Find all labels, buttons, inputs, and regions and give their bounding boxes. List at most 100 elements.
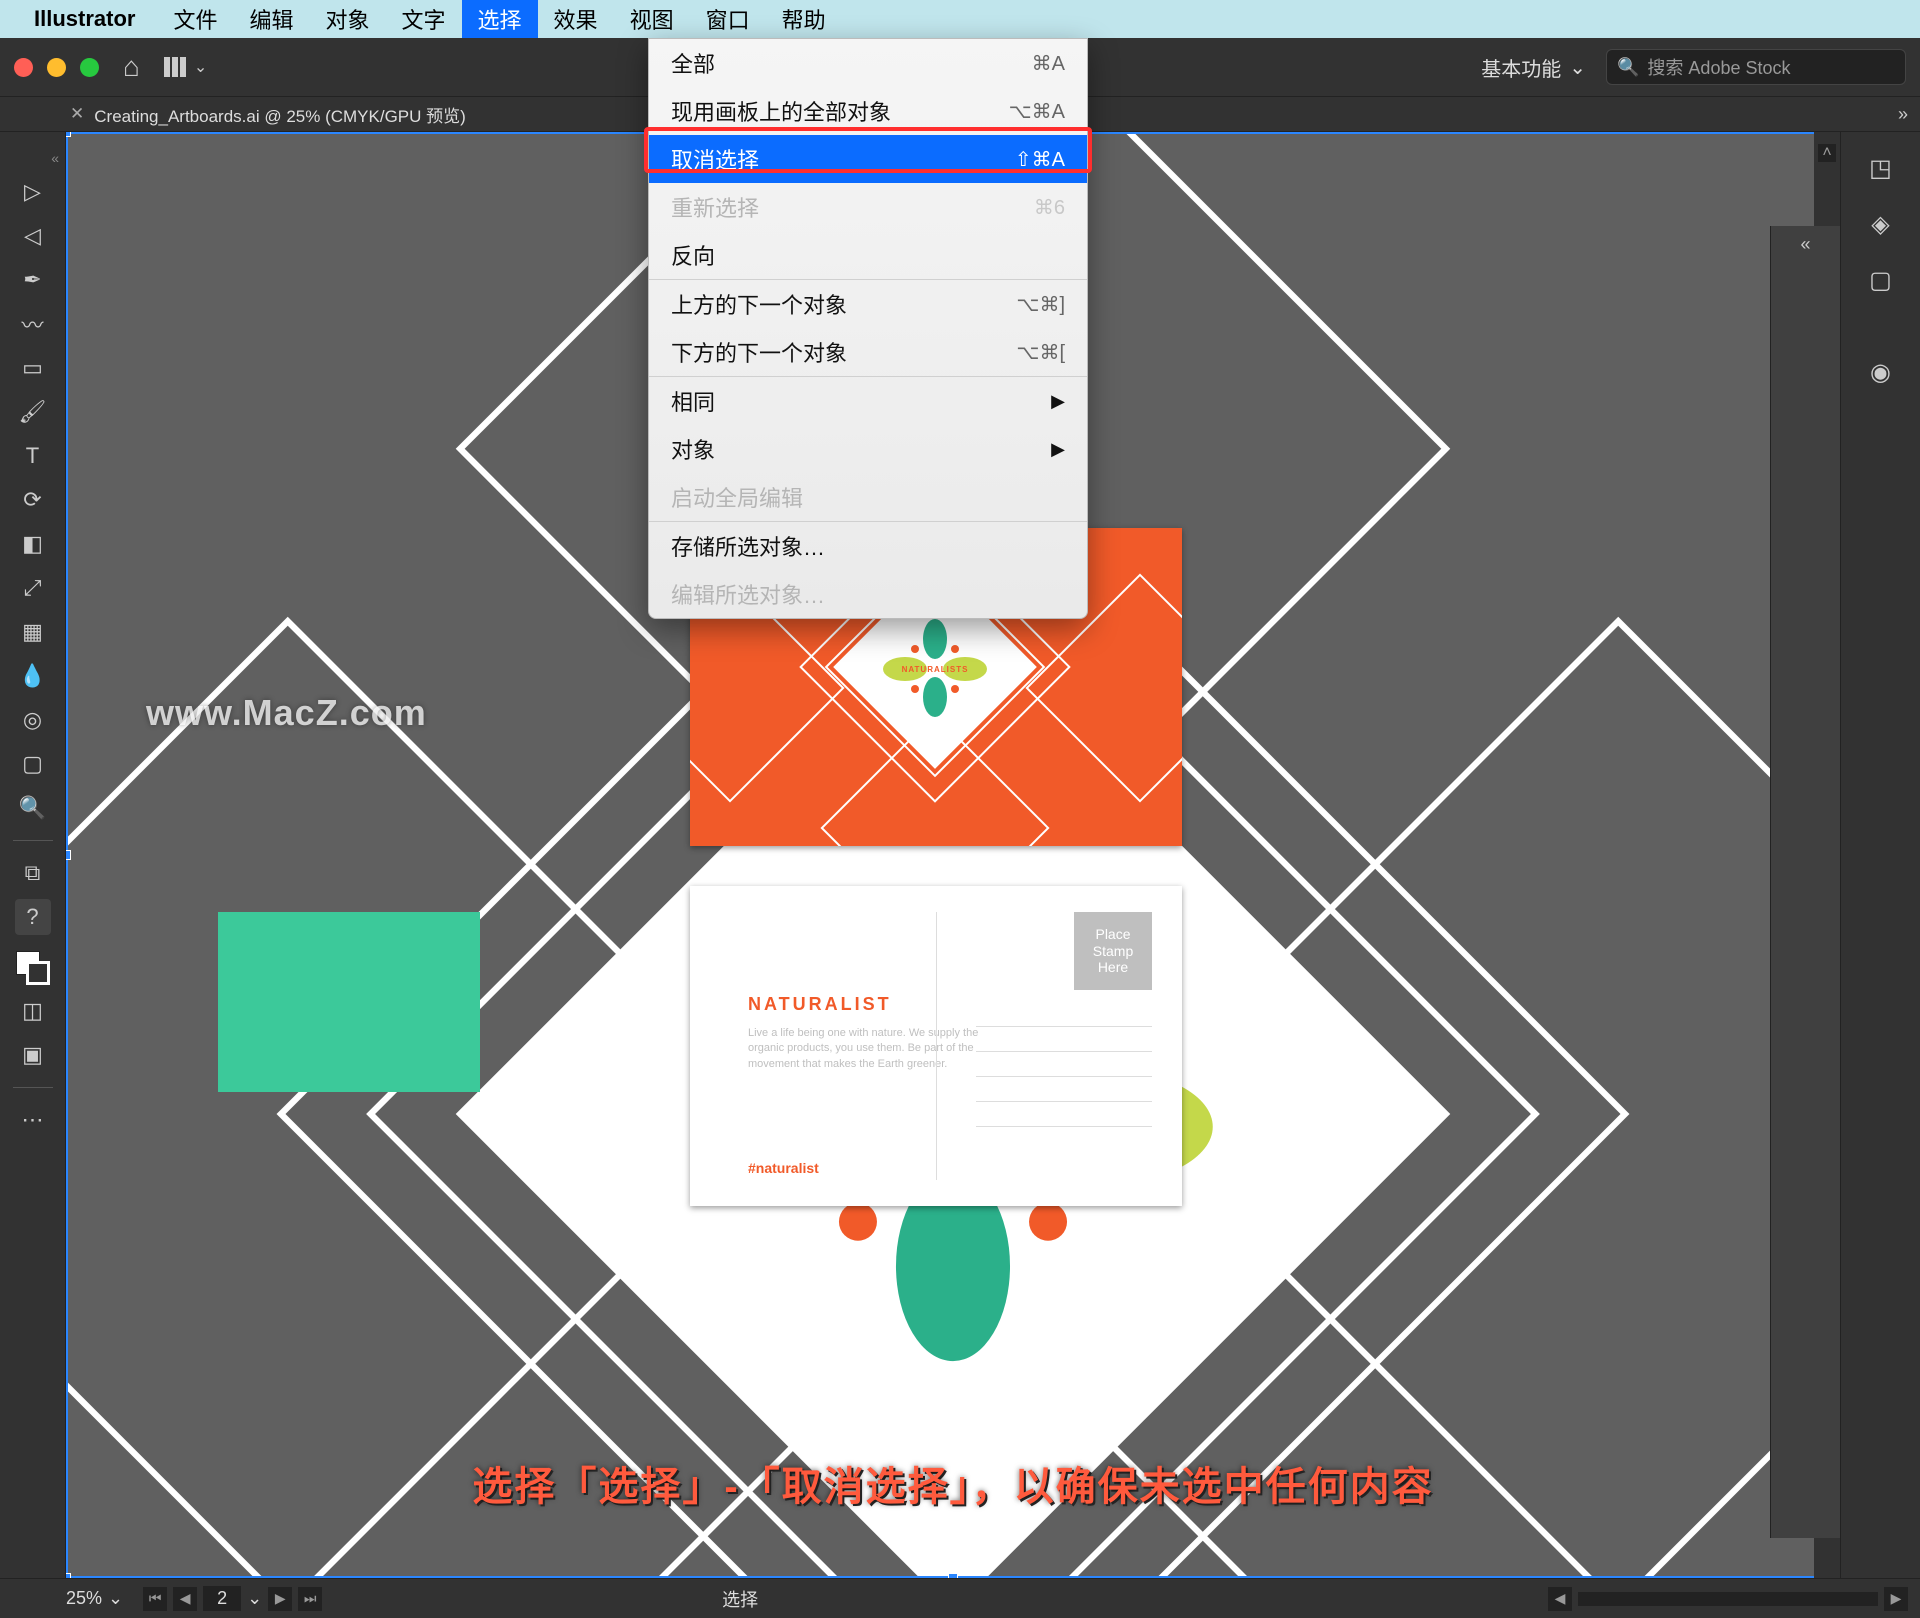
menu-inverse[interactable]: 反向 <box>649 231 1087 280</box>
draw-mode[interactable]: ◫ <box>15 993 51 1029</box>
pen-tool[interactable]: ✒ <box>15 262 51 298</box>
type-tool[interactable]: T <box>15 438 51 474</box>
postcard-divider <box>936 912 937 1180</box>
right-collapse-strip: « <box>1770 226 1840 1538</box>
home-icon[interactable]: ⌂ <box>123 51 140 83</box>
submenu-arrow-icon: ▶ <box>1051 439 1065 460</box>
tab-overflow-icon[interactable]: » <box>1898 104 1920 125</box>
rotate-tool[interactable]: ⟳ <box>15 482 51 518</box>
menu-view[interactable]: 视图 <box>614 0 690 41</box>
svg-text:NATURALISTS: NATURALISTS <box>902 665 969 674</box>
stamp-placeholder: PlaceStampHere <box>1074 912 1152 990</box>
edit-toolbar-icon[interactable]: ? <box>15 899 51 935</box>
menu-same-submenu[interactable]: 相同▶ <box>649 377 1087 425</box>
menu-edit[interactable]: 编辑 <box>233 0 309 41</box>
zoom-tool[interactable]: 🔍 <box>15 790 51 826</box>
workspace-selector[interactable]: 基本功能 ⌄ <box>1481 53 1586 82</box>
search-icon: 🔍 <box>1617 57 1639 78</box>
submenu-arrow-icon: ▶ <box>1051 391 1065 412</box>
direct-selection-tool[interactable]: ◁ <box>15 218 51 254</box>
menu-file[interactable]: 文件 <box>157 0 233 41</box>
instruction-overlay: 选择「选择」-「取消选择」，以确保未选中任何内容 <box>472 1454 1433 1512</box>
menu-edit-selection: 编辑所选对象… <box>649 570 1087 618</box>
toggle-fill-stroke[interactable]: ⧉ <box>15 855 51 891</box>
collapse-panels-icon[interactable]: « <box>1800 234 1810 255</box>
document-title: Creating_Artboards.ai @ 25% (CMYK/GPU 预览… <box>94 102 466 127</box>
search-stock-field[interactable]: 🔍 搜索 Adobe Stock <box>1606 49 1906 85</box>
scale-tool[interactable]: ⤢ <box>15 570 51 606</box>
shape-builder-tool[interactable]: ◎ <box>15 702 51 738</box>
eraser-tool[interactable]: ◧ <box>15 526 51 562</box>
selection-tool[interactable]: ▷ <box>15 174 51 210</box>
scroll-left-icon[interactable]: ◀ <box>1548 1587 1572 1611</box>
horizontal-scrollbar[interactable]: ◀ ▶ <box>1548 1587 1908 1611</box>
hscroll-track[interactable] <box>1578 1592 1878 1606</box>
document-tab[interactable]: ✕ Creating_Artboards.ai @ 25% (CMYK/GPU … <box>70 102 466 127</box>
artboard-1-selection[interactable]: NATURALISTS <box>66 132 626 752</box>
close-tab-icon[interactable]: ✕ <box>70 104 84 124</box>
artboard-tool[interactable]: ▢ <box>15 746 51 782</box>
menu-select-all-on-artboard[interactable]: 现用画板上的全部对象⌥⌘A <box>649 87 1087 135</box>
libraries-panel-icon[interactable]: ▢ <box>1861 260 1901 300</box>
window-controls <box>14 58 99 77</box>
menu-type[interactable]: 文字 <box>386 0 462 41</box>
status-bar: 25% ⌄ ⏮ ◀ 2 ⌄ ▶ ⏭ 选择 ◀ ▶ <box>0 1578 1920 1618</box>
scroll-right-icon[interactable]: ▶ <box>1884 1587 1908 1611</box>
properties-panel-icon[interactable]: ◳ <box>1861 148 1901 188</box>
chevron-down-icon: ⌄ <box>1569 55 1586 80</box>
right-panel-dock: ◳ ◈ ▢ ◉ <box>1840 132 1920 1578</box>
menu-save-selection[interactable]: 存储所选对象… <box>649 522 1087 570</box>
menu-object-submenu[interactable]: 对象▶ <box>649 425 1087 473</box>
first-artboard-icon[interactable]: ⏮ <box>143 1587 167 1611</box>
artboard-3-postcard[interactable]: PlaceStampHere NATURALIST Live a life be… <box>690 886 1182 1206</box>
artboard-number[interactable]: 2 <box>203 1586 241 1611</box>
search-placeholder: 搜索 Adobe Stock <box>1647 54 1790 80</box>
green-rectangle-shape[interactable] <box>218 912 480 1092</box>
eyedropper-tool[interactable]: 💧 <box>15 658 51 694</box>
menu-help[interactable]: 帮助 <box>766 0 842 41</box>
fill-stroke-swatch[interactable] <box>16 951 50 985</box>
curvature-tool[interactable]: 〰 <box>15 306 51 342</box>
prev-artboard-icon[interactable]: ◀ <box>173 1587 197 1611</box>
artboard-nav: ⏮ ◀ 2 ⌄ ▶ ⏭ <box>143 1586 322 1611</box>
watermark-text: www.MacZ.com <box>146 692 427 734</box>
rectangle-tool[interactable]: ▭ <box>15 350 51 386</box>
status-tool-label: 选择 <box>722 1586 758 1612</box>
scroll-up-icon[interactable]: ˄ <box>1818 144 1836 162</box>
comments-panel-icon[interactable]: ◉ <box>1861 352 1901 392</box>
chevron-down-icon: ⌄ <box>108 1588 123 1609</box>
postcard-paragraph: Live a life being one with nature. We su… <box>748 1026 988 1072</box>
close-window-icon[interactable] <box>14 58 33 77</box>
zoom-window-icon[interactable] <box>80 58 99 77</box>
address-lines <box>976 1026 1152 1151</box>
menu-deselect[interactable]: 取消选择⇧⌘A <box>649 135 1087 183</box>
menu-next-below[interactable]: 下方的下一个对象⌥⌘[ <box>649 328 1087 377</box>
macos-menubar: Illustrator 文件 编辑 对象 文字 选择 效果 视图 窗口 帮助 <box>0 0 1920 38</box>
collapse-tools-icon[interactable]: « <box>51 150 59 166</box>
menu-effects[interactable]: 效果 <box>538 0 614 41</box>
essentials-toggle[interactable]: ⌄ <box>164 57 207 77</box>
postcard-hashtag: #naturalist <box>748 1160 819 1176</box>
zoom-selector[interactable]: 25% ⌄ <box>66 1588 123 1609</box>
paintbrush-tool[interactable]: 🖌 <box>15 394 51 430</box>
gradient-tool[interactable]: ▦ <box>15 614 51 650</box>
chevron-down-icon[interactable]: ⌄ <box>247 1588 262 1609</box>
menu-reselect: 重新选择⌘6 <box>649 183 1087 231</box>
app-name: Illustrator <box>34 6 135 32</box>
last-artboard-icon[interactable]: ⏭ <box>298 1587 322 1611</box>
menu-select-all[interactable]: 全部⌘A <box>649 39 1087 87</box>
selection-handle[interactable] <box>66 132 71 137</box>
tool-strip: « ▷ ◁ ✒ 〰 ▭ 🖌 T ⟳ ◧ ⤢ ▦ 💧 ◎ ▢ 🔍 ⧉ ? ◫ ▣ … <box>0 132 66 1578</box>
more-tools-icon[interactable]: ⋯ <box>15 1102 51 1138</box>
select-menu-dropdown: 全部⌘A 现用画板上的全部对象⌥⌘A 取消选择⇧⌘A 重新选择⌘6 反向 上方的… <box>648 38 1088 619</box>
layers-panel-icon[interactable]: ◈ <box>1861 204 1901 244</box>
selection-handle[interactable] <box>66 850 71 860</box>
menu-next-above[interactable]: 上方的下一个对象⌥⌘] <box>649 280 1087 328</box>
postcard-brand: NATURALIST <box>748 994 892 1015</box>
screen-mode[interactable]: ▣ <box>15 1037 51 1073</box>
next-artboard-icon[interactable]: ▶ <box>268 1587 292 1611</box>
minimize-window-icon[interactable] <box>47 58 66 77</box>
menu-object[interactable]: 对象 <box>310 0 386 41</box>
menu-select[interactable]: 选择 <box>462 0 538 41</box>
menu-window[interactable]: 窗口 <box>690 0 766 41</box>
